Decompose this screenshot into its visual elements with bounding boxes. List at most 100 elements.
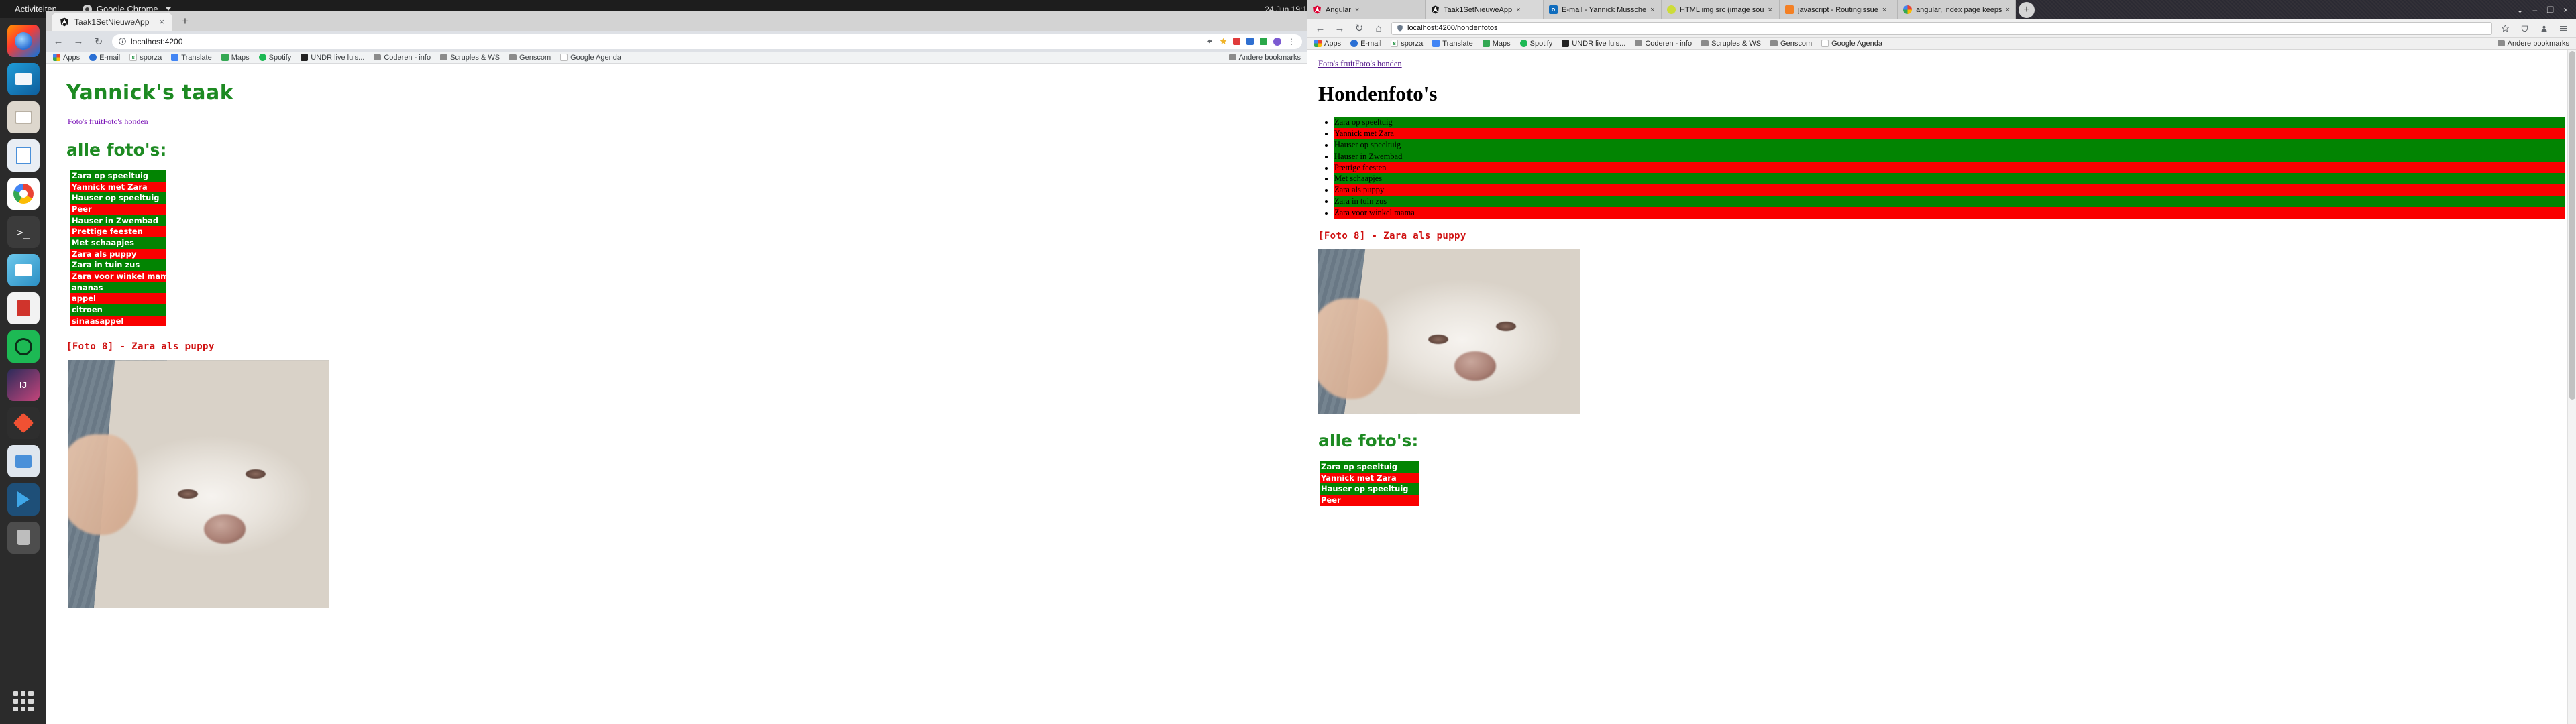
list-item[interactable]: Zara in tuin zus xyxy=(70,259,166,272)
dock-item-thunderbird[interactable] xyxy=(7,63,40,95)
dock-item-terminal[interactable]: >_ xyxy=(7,216,40,248)
firefox-tab-javascript-routingissue[interactable]: javascript - Routingissue × xyxy=(1780,0,1898,19)
list-item[interactable]: ananas xyxy=(70,282,166,294)
extension-icon-red[interactable] xyxy=(1233,38,1240,45)
chrome-tab-taak1setnieuweapp[interactable]: Taak1SetNieuweApp × xyxy=(52,13,172,31)
list-item[interactable]: Yannick met Zara xyxy=(1320,472,1419,484)
list-item[interactable]: appel xyxy=(70,293,166,305)
account-icon[interactable] xyxy=(2537,21,2551,35)
dock-item-screenshot[interactable] xyxy=(7,445,40,477)
bookmark-coderen-info[interactable]: Coderen - info xyxy=(374,54,431,62)
dock-item-pdf-reader[interactable] xyxy=(7,292,40,324)
bookmark-apps[interactable]: Apps xyxy=(53,54,80,62)
list-item[interactable]: Zara op speeltuig xyxy=(1334,117,2565,128)
link-fotos-honden[interactable]: Foto's honden xyxy=(1355,59,1402,68)
new-tab-button[interactable]: + xyxy=(176,13,194,30)
bookmark-undr[interactable]: UNDR live luis... xyxy=(301,54,364,62)
bookmark-maps[interactable]: Maps xyxy=(1482,40,1511,48)
share-icon[interactable] xyxy=(1206,38,1214,45)
close-icon[interactable]: × xyxy=(1882,6,1886,14)
close-icon[interactable]: × xyxy=(1768,6,1772,14)
reload-button[interactable]: ↻ xyxy=(1352,21,1366,35)
list-item[interactable]: Met schaapjes xyxy=(1334,173,2565,185)
list-item[interactable]: sinaasappel xyxy=(70,315,166,327)
list-item[interactable]: Hauser in Zwembad xyxy=(70,215,166,227)
link-fotos-honden[interactable]: Foto's honden xyxy=(103,117,148,126)
firefox-tab-html-img-src[interactable]: HTML img src (image sou × xyxy=(1662,0,1780,19)
firefox-new-tab-button[interactable]: + xyxy=(2019,1,2035,18)
list-item[interactable]: Hauser in Zwembad xyxy=(1334,150,2565,162)
bookmark-scruples-ws[interactable]: Scruples & WS xyxy=(440,54,500,62)
firefox-tab-angular[interactable]: Angular × xyxy=(1307,0,1426,19)
avatar[interactable] xyxy=(1273,37,1281,46)
list-item[interactable]: Hauser op speeltuig xyxy=(1334,139,2565,151)
bookmark-translate[interactable]: Translate xyxy=(1432,40,1473,48)
firefox-tab-email[interactable]: o E-mail - Yannick Mussche × xyxy=(1544,0,1662,19)
close-icon[interactable]: × xyxy=(1650,6,1654,14)
bookmark-email[interactable]: E-mail xyxy=(1350,40,1381,48)
address-bar[interactable]: localhost:4200 ⋮ xyxy=(112,34,1302,49)
address-bar[interactable]: localhost:4200/hondenfotos xyxy=(1391,21,2492,35)
show-applications-button[interactable] xyxy=(10,688,37,715)
firefox-tab-angular-index-page[interactable]: angular, index page keeps × xyxy=(1898,0,2016,19)
close-icon[interactable]: × xyxy=(1355,6,1359,14)
vertical-scrollbar[interactable] xyxy=(2567,50,2576,724)
chrome-menu-icon[interactable]: ⋮ xyxy=(1287,38,1295,46)
forward-button[interactable]: → xyxy=(72,35,85,48)
bookmark-genscom[interactable]: Genscom xyxy=(509,54,551,62)
dock-item-git-tool[interactable] xyxy=(7,407,40,439)
bookmark-google-agenda[interactable]: Google Agenda xyxy=(560,54,621,62)
list-item[interactable]: Prettige feesten xyxy=(1334,162,2565,174)
bookmark-undr[interactable]: UNDR live luis... xyxy=(1562,40,1625,48)
list-item[interactable]: Zara op speeltuig xyxy=(70,170,166,182)
dock-item-trash[interactable] xyxy=(7,522,40,554)
list-item[interactable]: Zara als puppy xyxy=(70,248,166,260)
list-item[interactable]: Yannick met Zara xyxy=(70,181,166,193)
dock-item-firefox[interactable] xyxy=(7,25,40,57)
list-item[interactable]: Hauser op speeltuig xyxy=(70,192,166,204)
home-button[interactable]: ⌂ xyxy=(1372,21,1385,35)
scrollbar-thumb[interactable] xyxy=(2569,51,2575,400)
list-item[interactable]: Zara voor winkel mama xyxy=(1334,207,2565,219)
extension-icon-green[interactable] xyxy=(1260,38,1267,45)
dock-item-intellij[interactable]: IJ xyxy=(7,369,40,401)
extension-icon-blue[interactable] xyxy=(1246,38,1254,45)
bookmark-spotify[interactable]: Spotify xyxy=(258,54,291,62)
firefox-tab-taak1setnieuweapp[interactable]: Taak1SetNieuweApp × xyxy=(1426,0,1544,19)
dock-item-text-editor[interactable] xyxy=(7,139,40,172)
bookmark-translate[interactable]: Translate xyxy=(171,54,212,62)
bookmark-google-agenda[interactable]: Google Agenda xyxy=(1821,40,1882,48)
list-item[interactable]: Zara op speeltuig xyxy=(1320,461,1419,473)
list-item[interactable]: Zara voor winkel mama xyxy=(70,271,174,282)
dock-item-files[interactable] xyxy=(7,101,40,133)
list-item[interactable]: Hauser op speeltuig xyxy=(1320,483,1419,495)
bookmark-genscom[interactable]: Genscom xyxy=(1770,40,1812,48)
dock-item-google-chrome[interactable] xyxy=(7,178,40,210)
dock-item-spotify[interactable] xyxy=(7,330,40,363)
link-fotos-fruit[interactable]: Foto's fruit xyxy=(68,117,103,126)
save-to-pocket-icon[interactable] xyxy=(2518,21,2531,35)
star-icon[interactable] xyxy=(1220,38,1227,45)
back-button[interactable]: ← xyxy=(1313,21,1327,35)
close-icon[interactable]: × xyxy=(2006,6,2010,14)
bookmark-scruples-ws[interactable]: Scruples & WS xyxy=(1701,40,1761,48)
bookmark-apps[interactable]: Apps xyxy=(1314,40,1341,48)
bookmark-sporza[interactable]: s sporza xyxy=(1391,40,1423,48)
dock-item-photos[interactable] xyxy=(7,254,40,286)
link-fotos-fruit[interactable]: Foto's fruit xyxy=(1318,59,1355,68)
back-button[interactable]: ← xyxy=(52,35,65,48)
bookmark-spotify[interactable]: Spotify xyxy=(1519,40,1552,48)
maximize-button[interactable]: ❐ xyxy=(2546,5,2554,15)
list-all-tabs-button[interactable]: ⌄ xyxy=(2516,5,2523,15)
firefox-menu-icon[interactable] xyxy=(2557,21,2570,35)
list-item[interactable]: Zara als puppy xyxy=(1334,184,2565,196)
forward-button[interactable]: → xyxy=(1333,21,1346,35)
list-item[interactable]: citroen xyxy=(70,304,166,316)
close-icon[interactable]: × xyxy=(1516,6,1520,14)
list-item[interactable]: Prettige feesten xyxy=(70,226,166,238)
list-item[interactable]: Peer xyxy=(70,204,166,215)
list-item[interactable]: Yannick met Zara xyxy=(1334,127,2565,139)
bookmark-maps[interactable]: Maps xyxy=(221,54,250,62)
list-item[interactable]: Peer xyxy=(1320,494,1419,506)
bookmark-other-bookmarks[interactable]: Andere bookmarks xyxy=(1228,54,1301,62)
